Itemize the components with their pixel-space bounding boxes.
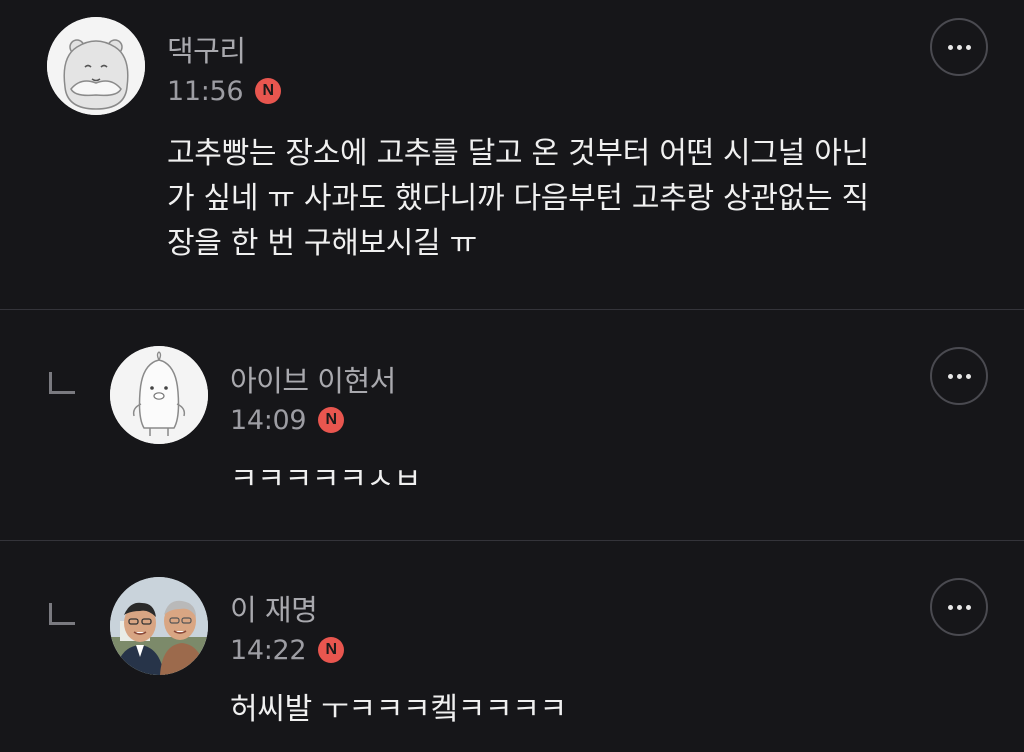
bear-face-icon — [47, 17, 145, 115]
comment-meta: 14:22 N — [230, 633, 345, 667]
timestamp: 14:22 — [230, 634, 307, 666]
reply-item: 이 재명 14:22 N 허씨발 ㅜㅋㅋㅋ켘ㅋㅋㅋㅋ — [0, 541, 1024, 752]
more-dots-icon — [947, 604, 971, 610]
author-name[interactable]: 아이브 이현서 — [230, 358, 396, 400]
avatar[interactable] — [110, 577, 208, 675]
comment-meta: 14:09 N — [230, 403, 345, 437]
comment-item: 댁구리 11:56 N 고추빵는 장소에 고추를 달고 온 것부터 어떤 시그널… — [0, 0, 1024, 309]
profile-photo — [110, 577, 208, 675]
more-options-button[interactable] — [930, 578, 988, 636]
avatar[interactable] — [47, 17, 145, 115]
reply-arrow-icon — [49, 372, 75, 394]
avatar[interactable] — [110, 346, 208, 444]
comment-body: ㅋㅋㅋㅋㅋㅅㅂ — [230, 462, 422, 497]
timestamp: 11:56 — [167, 75, 244, 107]
new-badge: N — [318, 637, 345, 663]
comment-body: 허씨발 ㅜㅋㅋㅋ켘ㅋㅋㅋㅋ — [230, 692, 567, 727]
more-dots-icon — [947, 44, 971, 50]
author-name[interactable]: 이 재명 — [230, 587, 318, 629]
penguin-character-icon — [110, 346, 208, 444]
new-badge: N — [255, 78, 282, 104]
comment-body: 고추빵는 장소에 고추를 달고 온 것부터 어떤 시그널 아닌 가 싶네 ㅠ 사… — [167, 136, 869, 261]
more-options-button[interactable] — [930, 347, 988, 405]
reply-item: 아이브 이현서 14:09 N ㅋㅋㅋㅋㅋㅅㅂ — [0, 310, 1024, 540]
more-dots-icon — [947, 373, 971, 379]
reply-arrow-icon — [49, 603, 75, 625]
comment-feed: 댁구리 11:56 N 고추빵는 장소에 고추를 달고 온 것부터 어떤 시그널… — [0, 0, 1024, 752]
timestamp: 14:09 — [230, 404, 307, 436]
comment-meta: 11:56 N — [167, 74, 282, 108]
more-options-button[interactable] — [930, 18, 988, 76]
new-badge: N — [318, 407, 345, 433]
author-name[interactable]: 댁구리 — [167, 28, 246, 70]
